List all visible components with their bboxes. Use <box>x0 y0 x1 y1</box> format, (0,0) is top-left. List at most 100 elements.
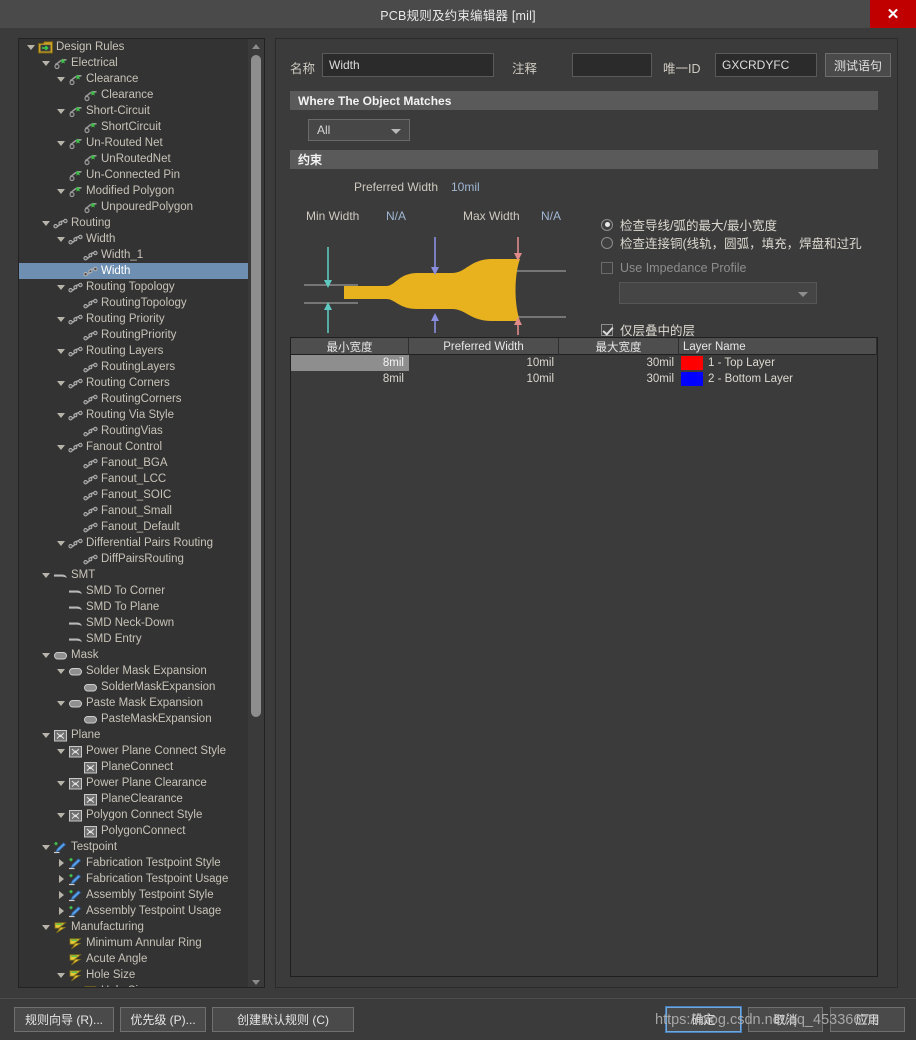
table-body[interactable]: 8mil 10mil 30mil 1 - Top Layer 8mil 10mil 30mi… <box>291 355 877 387</box>
tree-item-electrical[interactable]: Electrical <box>19 55 249 71</box>
chevron-right-icon[interactable] <box>55 903 67 919</box>
use-impedance-profile-checkbox[interactable]: Use Impedance Profile <box>601 261 746 275</box>
chevron-down-icon[interactable] <box>55 439 67 455</box>
tree-item-manufacturing[interactable]: Manufacturing <box>19 919 249 935</box>
tree-item-smd-entry[interactable]: SMD Entry <box>19 631 249 647</box>
scope-dropdown[interactable]: All <box>308 119 410 141</box>
chevron-down-icon[interactable] <box>40 215 52 231</box>
tree-item-fanout-lcc[interactable]: Fanout_LCC <box>19 471 249 487</box>
tree-item-testpoint[interactable]: Testpoint <box>19 839 249 855</box>
chevron-down-icon[interactable] <box>55 807 67 823</box>
chevron-right-icon[interactable] <box>55 855 67 871</box>
tree-item-fanout-soic[interactable]: Fanout_SOIC <box>19 487 249 503</box>
ok-button[interactable]: 确定 <box>665 1006 742 1033</box>
chevron-down-icon[interactable] <box>40 647 52 663</box>
close-icon[interactable]: ✕ <box>870 0 916 28</box>
table-row[interactable]: 8mil 10mil 30mil 1 - Top Layer <box>291 355 877 371</box>
chevron-down-icon[interactable] <box>55 103 67 119</box>
tree-item-paste-mask-expansion[interactable]: Paste Mask Expansion <box>19 695 249 711</box>
table-header-2[interactable]: 最大宽度 <box>559 338 679 355</box>
chevron-down-icon[interactable] <box>40 727 52 743</box>
name-input[interactable]: Width <box>322 53 494 77</box>
chevron-down-icon[interactable] <box>40 55 52 71</box>
tree-scrollbar[interactable] <box>248 39 264 987</box>
tree-item-power-plane-connect-style[interactable]: Power Plane Connect Style <box>19 743 249 759</box>
chevron-right-icon[interactable] <box>55 871 67 887</box>
chevron-down-icon[interactable] <box>55 407 67 423</box>
tree-item-assembly-testpoint-usage[interactable]: Assembly Testpoint Usage <box>19 903 249 919</box>
tree-item-fanout-default[interactable]: Fanout_Default <box>19 519 249 535</box>
chevron-down-icon[interactable] <box>40 567 52 583</box>
chevron-down-icon[interactable] <box>55 663 67 679</box>
comment-input[interactable] <box>572 53 652 77</box>
chevron-down-icon[interactable] <box>55 695 67 711</box>
cell-max[interactable]: 30mil <box>559 355 679 371</box>
tree-item-width[interactable]: Width <box>19 263 249 279</box>
tree-item-acute-angle[interactable]: Acute Angle <box>19 951 249 967</box>
tree-item-routing[interactable]: Routing <box>19 215 249 231</box>
chevron-down-icon[interactable] <box>55 183 67 199</box>
chevron-down-icon[interactable] <box>55 967 67 983</box>
tree-item-fanout-bga[interactable]: Fanout_BGA <box>19 455 249 471</box>
tree-item-routing-priority[interactable]: Routing Priority <box>19 311 249 327</box>
tree-item-pastemaskexpansion[interactable]: PasteMaskExpansion <box>19 711 249 727</box>
tree-item-power-plane-clearance[interactable]: Power Plane Clearance <box>19 775 249 791</box>
tree-item-routinglayers[interactable]: RoutingLayers <box>19 359 249 375</box>
tree-item-fabrication-testpoint-style[interactable]: Fabrication Testpoint Style <box>19 855 249 871</box>
tree-item-routing-corners[interactable]: Routing Corners <box>19 375 249 391</box>
table-header-0[interactable]: 最小宽度 <box>291 338 409 355</box>
create-default-rules-button[interactable]: 创建默认规则 (C) <box>212 1007 354 1032</box>
scrollbar-thumb[interactable] <box>251 55 261 717</box>
tree-item-routingvias[interactable]: RoutingVias <box>19 423 249 439</box>
radio-check-copper-connect[interactable]: 检查连接铜(线轨，圆弧，填充，焊盘和过孔 <box>601 233 862 252</box>
tree-item-soldermaskexpansion[interactable]: SolderMaskExpansion <box>19 679 249 695</box>
tree-item-routingpriority[interactable]: RoutingPriority <box>19 327 249 343</box>
tree-item-differential-pairs-routing[interactable]: Differential Pairs Routing <box>19 535 249 551</box>
tree-item-clearance[interactable]: Clearance <box>19 71 249 87</box>
scroll-up-icon[interactable] <box>248 39 264 53</box>
min-width-value[interactable]: N/A <box>386 209 406 223</box>
tree-item-hole-size[interactable]: Hole Size <box>19 983 249 987</box>
cell-max[interactable]: 30mil <box>559 371 679 387</box>
tree-item-unpouredpolygon[interactable]: UnpouredPolygon <box>19 199 249 215</box>
chevron-down-icon[interactable] <box>55 375 67 391</box>
tree-item-smt[interactable]: SMT <box>19 567 249 583</box>
tree-item-modified-polygon[interactable]: Modified Polygon <box>19 183 249 199</box>
chevron-right-icon[interactable] <box>55 887 67 903</box>
apply-button[interactable]: 应用 <box>830 1007 905 1032</box>
tree-item-plane[interactable]: Plane <box>19 727 249 743</box>
tree-item-fanout-small[interactable]: Fanout_Small <box>19 503 249 519</box>
chevron-down-icon[interactable] <box>40 839 52 855</box>
tree-item-smd-to-corner[interactable]: SMD To Corner <box>19 583 249 599</box>
tree-item-smd-to-plane[interactable]: SMD To Plane <box>19 599 249 615</box>
cell-preferred[interactable]: 10mil <box>409 355 559 371</box>
preferred-width-value[interactable]: 10mil <box>451 180 480 194</box>
unique-id-input[interactable]: GXCRDYFC <box>715 53 817 77</box>
layer-width-table[interactable]: 最小宽度 Preferred Width 最大宽度 Layer Name 8mil 10… <box>290 337 878 977</box>
cancel-button[interactable]: 取消 <box>748 1007 823 1032</box>
tree-item-minimum-annular-ring[interactable]: Minimum Annular Ring <box>19 935 249 951</box>
impedance-profile-dropdown[interactable] <box>619 282 817 304</box>
tree-item-mask[interactable]: Mask <box>19 647 249 663</box>
tree-item-fabrication-testpoint-usage[interactable]: Fabrication Testpoint Usage <box>19 871 249 887</box>
tree-item-hole-size[interactable]: Hole Size <box>19 967 249 983</box>
rule-wizard-button[interactable]: 规则向导 (R)... <box>14 1007 114 1032</box>
tree-item-smd-neck-down[interactable]: SMD Neck-Down <box>19 615 249 631</box>
scroll-down-icon[interactable] <box>248 975 264 987</box>
tree-item-shortcircuit[interactable]: ShortCircuit <box>19 119 249 135</box>
tree-item-planeclearance[interactable]: PlaneClearance <box>19 791 249 807</box>
tree-item-planeconnect[interactable]: PlaneConnect <box>19 759 249 775</box>
cell-min[interactable]: 8mil <box>291 355 409 371</box>
tree-item-routingtopology[interactable]: RoutingTopology <box>19 295 249 311</box>
chevron-down-icon[interactable] <box>55 343 67 359</box>
tree-item-routingcorners[interactable]: RoutingCorners <box>19 391 249 407</box>
chevron-down-icon[interactable] <box>55 71 67 87</box>
tree-item-routing-layers[interactable]: Routing Layers <box>19 343 249 359</box>
tree-item-fanout-control[interactable]: Fanout Control <box>19 439 249 455</box>
cell-preferred[interactable]: 10mil <box>409 371 559 387</box>
chevron-down-icon[interactable] <box>55 135 67 151</box>
chevron-down-icon[interactable] <box>55 311 67 327</box>
table-header-3[interactable]: Layer Name <box>679 338 877 355</box>
table-row[interactable]: 8mil 10mil 30mil 2 - Bottom Layer <box>291 371 877 387</box>
tree-item-width-1[interactable]: Width_1 <box>19 247 249 263</box>
